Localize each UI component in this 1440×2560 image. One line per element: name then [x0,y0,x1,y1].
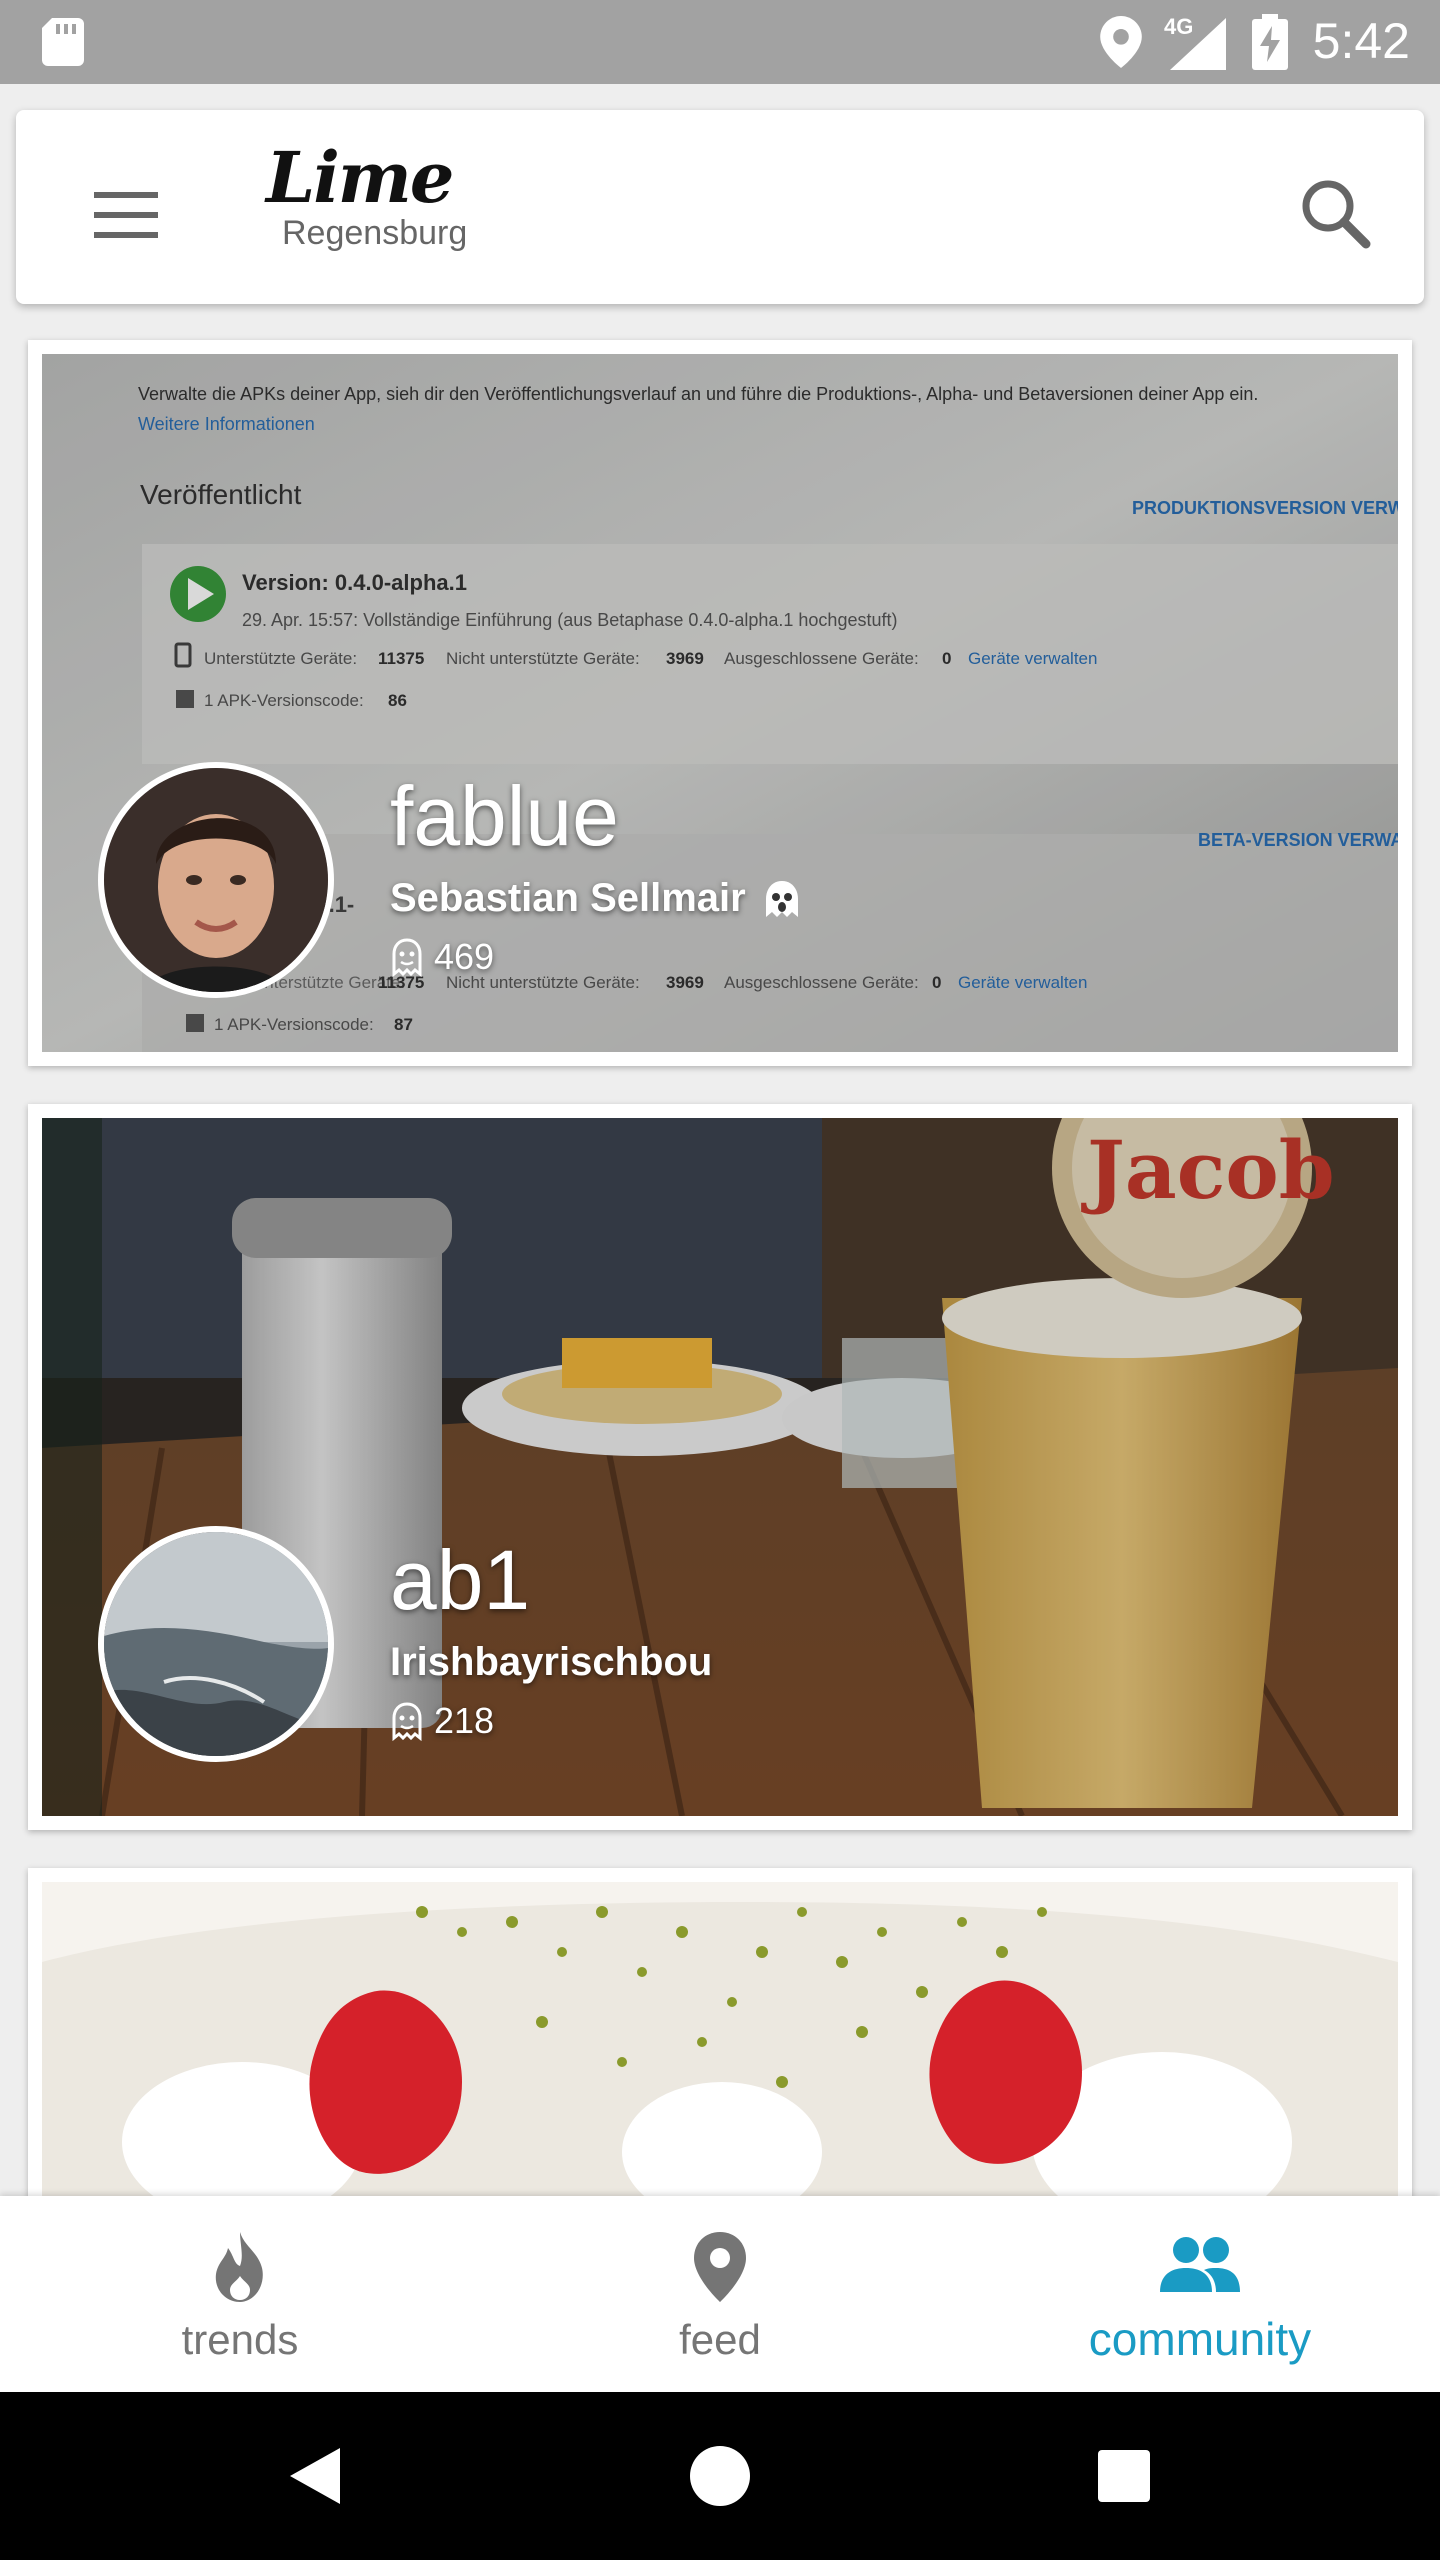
avatar-portrait [104,768,328,992]
brand: Lime Regensburg [266,136,467,253]
avatar-fablue[interactable] [98,762,334,998]
battery-charging-icon [1252,14,1288,70]
member-name-text: Sebastian Sellmair [390,876,746,920]
search-icon[interactable] [1288,166,1384,262]
karma-count: 469 [434,936,495,977]
nav-tab-feed[interactable]: feed [480,2196,960,2392]
clock: 5:42 [1312,13,1410,69]
avatar-coast-photo [104,1532,328,1756]
bottom-navigation: trends feed community [0,2196,1440,2392]
nav-label: community [1088,2313,1312,2365]
karma-ghost-icon [392,938,422,977]
avatar-ab1[interactable] [98,1526,334,1762]
nav-tab-trends[interactable]: trends [0,2196,480,2392]
karma-count: 218 [434,1700,495,1741]
member-name: Irishbayrischbou [390,1640,713,1684]
signal-icon [1170,18,1226,70]
ghost-icon [765,880,798,917]
status-bar: 4G 5:42 [0,0,1440,84]
member-name: Sebastian Sellmair [390,876,804,921]
nav-label: trends [181,2316,299,2363]
app-bar: Lime Regensburg [16,110,1424,304]
city-label: Regensburg [282,214,468,252]
sd-card-icon [42,18,84,66]
member-card-fablue[interactable]: Verwalte die APKs deiner App, sieh dir d… [28,340,1412,1066]
back-icon[interactable] [236,2392,396,2560]
member-card-ab1[interactable]: Jacob ab1 Irishbayrischbou 218 [28,1104,1412,1830]
home-icon[interactable] [640,2392,800,2560]
menu-icon[interactable] [76,170,176,260]
app-logo: Lime [266,136,454,219]
karma: 469 [390,936,494,978]
system-navigation-bar [0,2392,1440,2560]
people-icon [1160,2237,1240,2292]
flame-icon [215,2232,263,2302]
recents-icon[interactable] [1044,2392,1204,2560]
karma: 218 [390,1700,494,1742]
nav-label: feed [679,2316,761,2363]
member-username: ab1 [390,1533,531,1627]
location-icon [1100,16,1142,68]
member-username: fablue [390,769,619,863]
karma-ghost-icon [392,1702,422,1741]
nav-tab-community[interactable]: community [960,2196,1440,2392]
location-pin-icon [694,2232,746,2302]
